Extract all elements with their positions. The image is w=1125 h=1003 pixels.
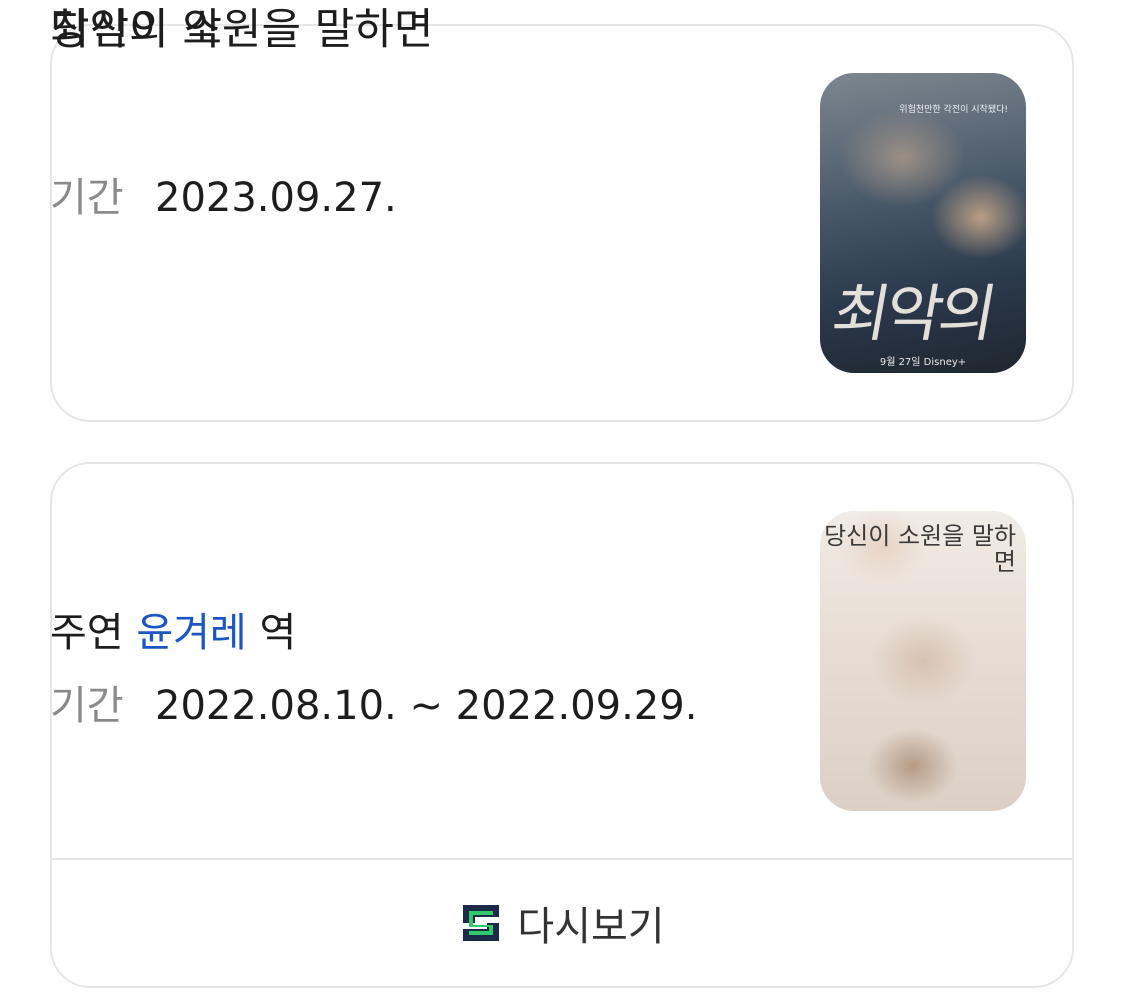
replay-button[interactable]: 다시보기 [50,860,1074,986]
period-value: 2023.09.27. [155,175,397,221]
period-row: 기간 2023.09.27. [50,170,715,226]
period-label: 기간 [50,683,124,729]
replay-label: 다시보기 [517,904,665,950]
period-value: 2022.08.10. ~ 2022.09.29. [155,683,698,729]
drama-poster[interactable]: 위험천만한 각전이 시작됐다! 최악의 악 9월 27일 Disney+ [820,73,1026,373]
play-logo-icon [463,905,500,941]
poster-title-art: 당신이 소원을 말하면 [824,522,1016,576]
poster-release: 9월 27일 Disney+ [879,357,967,368]
drama-poster[interactable]: 당신이 소원을 말하면 [820,511,1026,811]
drama-title[interactable]: 당신이 소원을 말하면 [50,0,433,60]
cast-name-link[interactable]: 윤겨레 [136,610,246,656]
period-row: 기간 2022.08.10. ~ 2022.09.29. [50,678,715,734]
poster-tagline: 위험천만한 각전이 시작됐다! [899,105,1008,115]
cast-suffix: 역 [259,610,297,656]
period-label: 기간 [50,175,124,221]
cast-row: 주연 윤겨레 역 [50,605,296,661]
cast-label: 주연 [50,610,124,656]
